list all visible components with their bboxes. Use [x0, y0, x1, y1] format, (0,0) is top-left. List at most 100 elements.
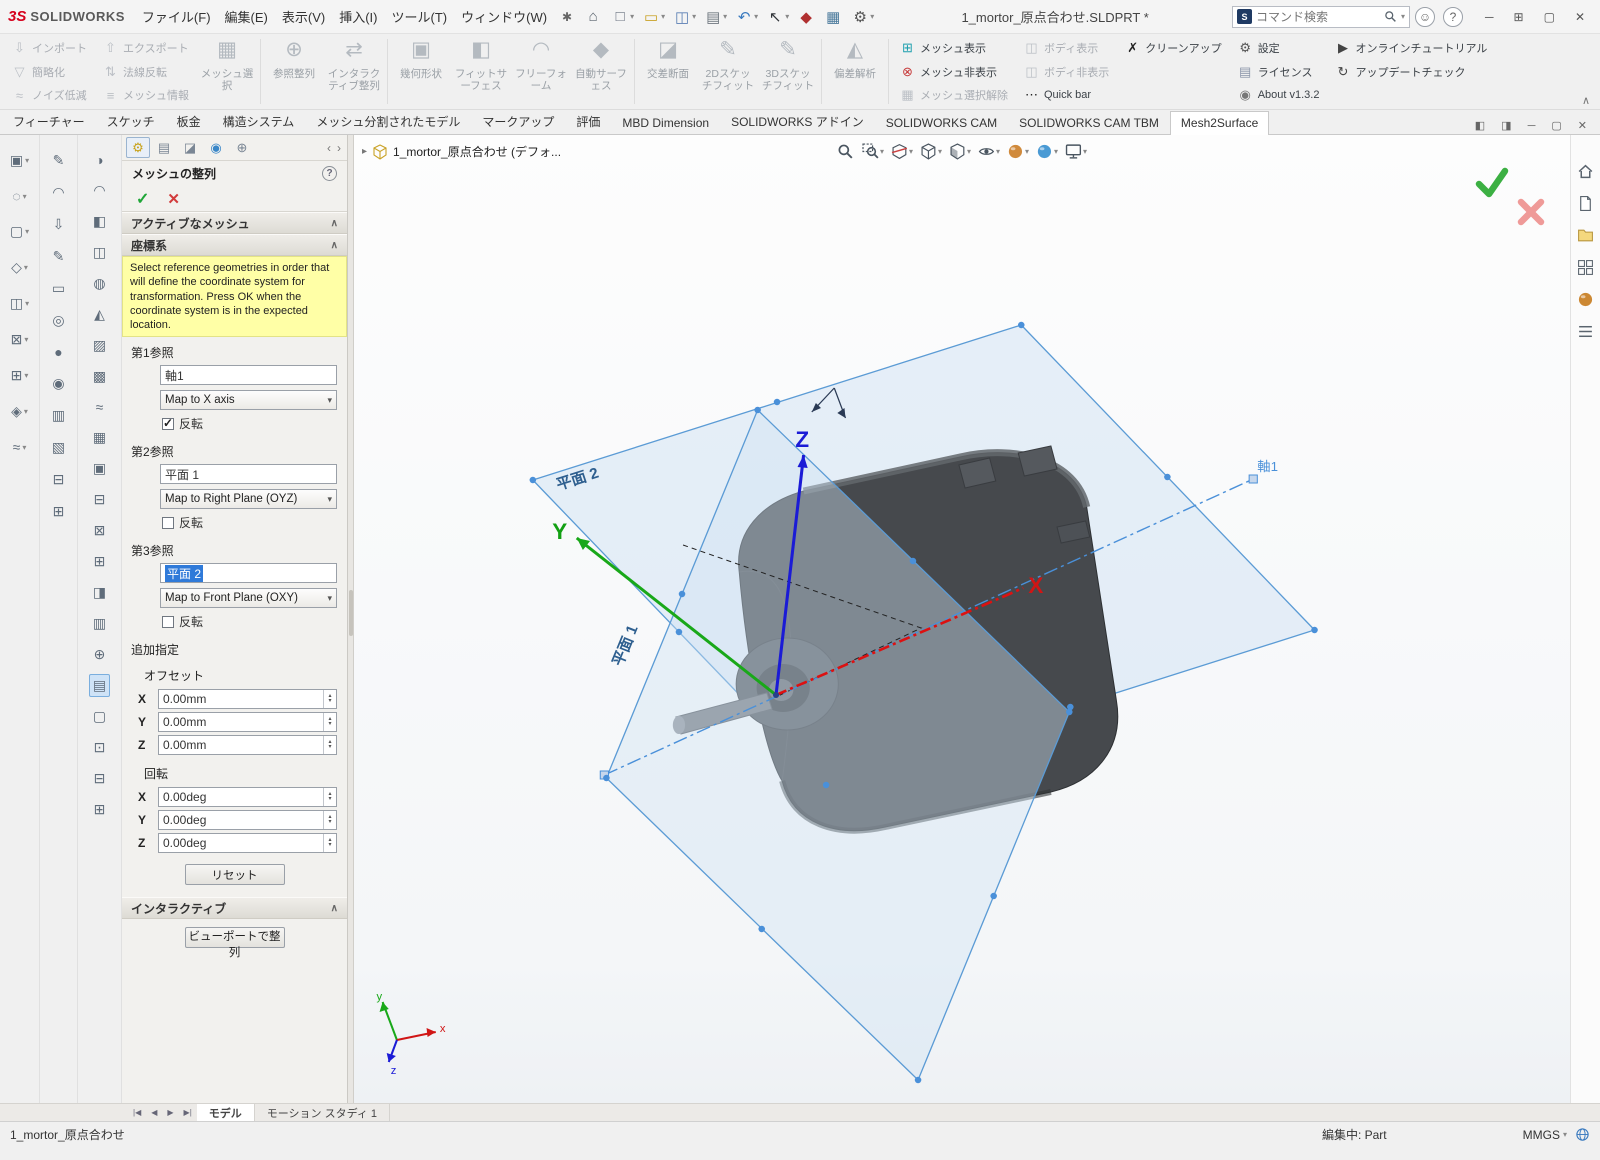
copy-settings-icon[interactable]: ⊟: [90, 767, 110, 790]
auto-surface-button[interactable]: ◆自動サーフェス: [571, 35, 631, 108]
cancel-button[interactable]: ✕: [167, 190, 180, 208]
axis1-label[interactable]: 軸1: [1257, 459, 1278, 474]
zoom-area-icon[interactable]: ▾: [862, 143, 884, 160]
apply-scene-icon[interactable]: ▾: [1036, 143, 1058, 160]
undo-icon[interactable]: ↶▾: [731, 6, 762, 28]
user-account-icon[interactable]: ☺: [1415, 7, 1435, 27]
deviation-analysis-button[interactable]: ◭偏差解析: [825, 35, 885, 108]
offset-field[interactable]: 0.00mm ▴▾: [158, 712, 337, 732]
reference-input[interactable]: 平面 1: [160, 464, 337, 484]
plane-fit-icon[interactable]: ◧: [89, 210, 110, 233]
about-button[interactable]: ◉About v1.3.2: [1232, 83, 1326, 107]
monitor-display-icon[interactable]: ⊡: [90, 736, 110, 759]
decimate-mesh-icon[interactable]: ▦: [89, 426, 110, 449]
mesh-hide-button[interactable]: ⊗メッシュ非表示: [894, 60, 1014, 84]
import-mesh-icon[interactable]: ⇩: [49, 213, 69, 236]
export-button[interactable]: ⇧エクスポート: [97, 36, 195, 60]
doc-close-button[interactable]: ✕: [1571, 117, 1594, 134]
arc-tool-icon[interactable]: ◠: [48, 181, 68, 204]
search-icon[interactable]: [1384, 10, 1397, 23]
tab-motion-study[interactable]: モーション スタディ 1: [255, 1104, 390, 1121]
section-interactive[interactable]: インタラクティブ ∧: [122, 897, 347, 919]
rectangle-tool-icon[interactable]: ▭: [48, 277, 69, 300]
update-check-button[interactable]: ↻アップデートチェック: [1329, 60, 1493, 84]
sketch-flyout-icon[interactable]: ◌▾: [8, 185, 30, 207]
pm-tab-scroll-right[interactable]: ›: [337, 141, 341, 155]
offset-surface-icon[interactable]: ◨: [89, 581, 110, 604]
offset-field[interactable]: 0.00mm ▴▾: [158, 735, 337, 755]
boolean-icon[interactable]: ⊕: [90, 643, 110, 666]
edit-sketch-icon[interactable]: ✎: [49, 149, 69, 172]
tab-solidworks-cam-tbm[interactable]: SOLIDWORKS CAM TBM: [1008, 111, 1170, 134]
splitter-handle[interactable]: [349, 590, 353, 636]
pm-tab-property-manager[interactable]: ⚙: [126, 137, 150, 158]
pm-tab-display-manager[interactable]: ◉: [204, 137, 228, 158]
view-orientation-icon[interactable]: ▾: [920, 143, 942, 160]
duplicate-body-icon[interactable]: ⊞: [90, 798, 110, 821]
spinner[interactable]: ▴▾: [323, 811, 336, 829]
snapshot-icon[interactable]: ▢: [89, 705, 110, 728]
mesh-info-button[interactable]: ≡メッシュ情報: [97, 83, 195, 107]
lasso-select-icon[interactable]: ◠: [89, 179, 109, 202]
sphere-tool-icon[interactable]: ●: [50, 341, 66, 363]
section-view-icon[interactable]: ▾: [891, 143, 913, 160]
extend-surface-icon[interactable]: ⊞: [90, 550, 110, 573]
extract-region-icon[interactable]: ▨: [89, 334, 110, 357]
mesh-show-button[interactable]: ⊞メッシュ表示: [894, 36, 1014, 60]
flyout-tree-arrow-icon[interactable]: ▸: [362, 146, 367, 157]
fit-surface-button[interactable]: ◧フィットサーフェス: [451, 35, 511, 108]
menu-tools[interactable]: ツール(T): [385, 3, 455, 30]
home-icon[interactable]: [1577, 163, 1594, 183]
pm-tab-dimxpert-manager[interactable]: ◪: [178, 137, 202, 158]
flip-checkbox[interactable]: [162, 418, 174, 430]
cleanup-button[interactable]: ✗クリーンアップ: [1119, 36, 1227, 60]
align-in-viewport-button[interactable]: ビューポートで整列: [185, 927, 285, 948]
select-brush-icon[interactable]: ◑: [91, 149, 107, 171]
tab-sketch[interactable]: スケッチ: [96, 108, 166, 134]
units-selector[interactable]: MMGS ▾: [1523, 1128, 1567, 1142]
viewport-ok-button[interactable]: [1474, 165, 1510, 199]
tab-mbd-dimension[interactable]: MBD Dimension: [611, 111, 720, 134]
scroll-last-button[interactable]: ▶|: [179, 1108, 197, 1117]
add-box-icon[interactable]: ⊞: [49, 500, 69, 523]
edit-appearance-icon[interactable]: ▾: [1007, 143, 1029, 160]
pm-tab-scroll-left[interactable]: ‹: [327, 141, 331, 155]
options-gear-icon[interactable]: ⚙▾: [847, 6, 878, 28]
target-tool-icon[interactable]: ◉: [48, 372, 68, 395]
command-search[interactable]: S ▾: [1232, 6, 1410, 28]
cone-fit-icon[interactable]: ◭: [90, 303, 109, 326]
reference-input[interactable]: 軸1: [160, 365, 337, 385]
pm-tab-mesh2surface-manager[interactable]: ⊕: [230, 137, 254, 158]
layers-icon[interactable]: ▥: [48, 404, 69, 427]
flip-normals-button[interactable]: ⇅法線反転: [97, 60, 195, 84]
menu-edit[interactable]: 編集(E): [218, 3, 275, 30]
tile-windows-button[interactable]: ⊞: [1505, 7, 1533, 27]
tab-solidworks-addins[interactable]: SOLIDWORKS アドイン: [720, 108, 875, 134]
body-show-button[interactable]: ◫ボディ表示: [1018, 36, 1115, 60]
evaluate-sheet-icon[interactable]: ▦: [820, 6, 847, 28]
doc-restore-button[interactable]: ▢: [1544, 117, 1568, 134]
spinner[interactable]: ▴▾: [323, 713, 336, 731]
surface-flyout-icon[interactable]: ◇▾: [7, 256, 32, 279]
import-button[interactable]: ⇩インポート: [6, 36, 93, 60]
viewport-canvas[interactable]: 平面 2 平面 1 軸1 X Y Z x y z: [354, 135, 1570, 1103]
scroll-next-button[interactable]: ▶: [162, 1108, 178, 1117]
pane-split-right-icon[interactable]: ◨: [1494, 117, 1518, 134]
pm-tab-configuration-manager[interactable]: ▤: [152, 137, 176, 158]
features-flyout-icon[interactable]: ▣▾: [6, 149, 33, 172]
hide-show-items-icon[interactable]: ▾: [978, 143, 1000, 160]
file-explorer-icon[interactable]: [1577, 227, 1594, 247]
maximize-button[interactable]: ▢: [1535, 7, 1564, 27]
tab-mesh-model[interactable]: メッシュ分割されたモデル: [305, 108, 471, 134]
body-hide-button[interactable]: ◫ボディ非表示: [1018, 60, 1115, 84]
fill-holes-icon[interactable]: ▣: [89, 457, 110, 480]
flip-checkbox[interactable]: [162, 517, 174, 529]
sketch-fit-2d-button[interactable]: ✎2Dスケッチフィット: [698, 35, 758, 108]
panel-help-icon[interactable]: ?: [322, 166, 337, 181]
trim-surface-icon[interactable]: ⊠: [90, 519, 110, 542]
annotate-icon[interactable]: ✎: [49, 245, 69, 268]
cut-flyout-icon[interactable]: ⊠▾: [7, 328, 33, 351]
circle-tool-icon[interactable]: ◎: [48, 309, 68, 332]
interactive-align-button[interactable]: ⇄インタラクティブ整列: [324, 35, 384, 108]
smooth-mesh-icon[interactable]: ≈: [92, 396, 108, 418]
